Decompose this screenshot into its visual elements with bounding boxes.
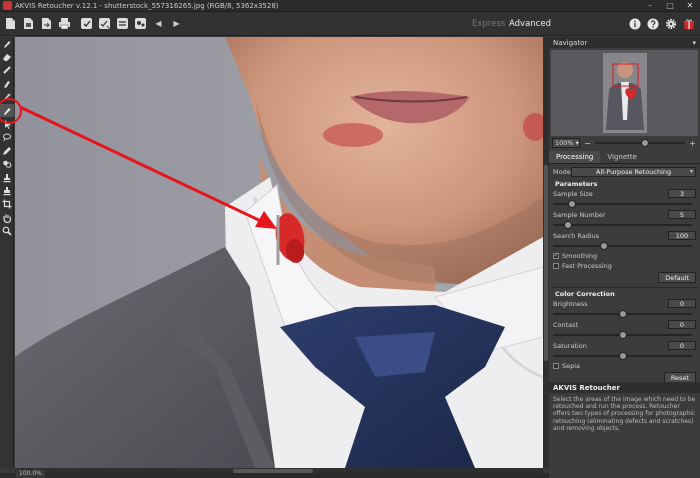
tab-vignette[interactable]: Vignette	[600, 151, 644, 163]
open-file-icon[interactable]	[3, 16, 18, 31]
sample-number-label: Sample Number	[553, 211, 606, 219]
contrast-slider[interactable]	[553, 330, 692, 340]
zoom-select[interactable]: 100% ▾	[552, 138, 580, 148]
fast-processing-label: Fast Processing	[562, 262, 612, 270]
pen-tool[interactable]	[0, 144, 14, 157]
saturation-label: Saturation	[553, 342, 587, 350]
search-radius-field[interactable]: 100	[668, 231, 696, 240]
sample-size-field[interactable]: 3	[668, 189, 696, 198]
sample-number-field[interactable]: 5	[668, 210, 696, 219]
default-button[interactable]: Default	[658, 272, 696, 283]
express-mode-tab[interactable]: Express	[472, 19, 505, 29]
info-text: Select the areas of the image which need…	[553, 396, 696, 432]
chevron-down-icon[interactable]: ▾	[692, 39, 696, 47]
info-icon[interactable]	[627, 16, 642, 31]
zoom-tool[interactable]	[0, 224, 14, 237]
panel-tabs: Processing Vignette	[549, 151, 700, 164]
lasso-tool[interactable]	[0, 131, 14, 144]
save-file-icon[interactable]	[21, 16, 36, 31]
search-radius-row: Search Radius 100	[553, 230, 696, 251]
chameleon-brush-tool[interactable]	[0, 184, 14, 197]
gift-icon[interactable]	[681, 16, 696, 31]
brightness-label: Brightness	[553, 300, 588, 308]
redo-button[interactable]: ▶	[169, 16, 184, 31]
sample-size-row: Sample Size 3	[553, 188, 696, 209]
mode-dropdown[interactable]: All-Purpose Retouching ▾	[571, 167, 696, 177]
batch-icon[interactable]	[115, 16, 130, 31]
contrast-row: Contast 0	[553, 319, 696, 340]
apply-icon[interactable]	[97, 16, 112, 31]
chevron-down-icon: ▾	[689, 168, 693, 175]
fast-processing-option[interactable]: Fast Processing	[553, 261, 696, 271]
mode-value: All-Purpose Retouching	[596, 168, 672, 176]
advanced-mode-tab[interactable]: Advanced	[509, 19, 551, 29]
saturation-field[interactable]: 0	[668, 341, 696, 350]
smoothing-option[interactable]: ✓ Smoothing	[553, 251, 696, 261]
zoom-in-button[interactable]: +	[688, 139, 697, 148]
share-icon[interactable]	[133, 16, 148, 31]
hand-tool[interactable]	[0, 211, 14, 224]
export-icon[interactable]	[39, 16, 54, 31]
photo	[15, 37, 543, 468]
navigator-title: Navigator	[553, 38, 588, 47]
title-bar: AKVIS Retoucher v.12.1 - shutterstock_55…	[0, 0, 700, 12]
run-process-icon[interactable]	[79, 16, 94, 31]
retouch-brush-tool[interactable]	[0, 37, 14, 50]
search-radius-slider[interactable]	[553, 241, 692, 251]
mode-label: Mode:	[553, 168, 573, 176]
marker-tool[interactable]	[0, 77, 14, 90]
navigator-preview[interactable]	[551, 50, 698, 136]
window-title: AKVIS Retoucher v.12.1 - shutterstock_55…	[15, 1, 279, 10]
sepia-option[interactable]: Sepia	[553, 361, 696, 371]
sepia-checkbox[interactable]	[553, 363, 559, 369]
zoom-value: 100%	[555, 139, 574, 147]
search-radius-label: Search Radius	[553, 232, 600, 240]
smoothing-label: Smoothing	[562, 252, 598, 260]
gear-icon[interactable]	[663, 16, 678, 31]
sepia-label: Sepia	[562, 362, 581, 370]
sample-size-label: Sample Size	[553, 190, 593, 198]
tube-tool[interactable]	[0, 64, 14, 77]
saturation-slider[interactable]	[553, 351, 692, 361]
brightness-field[interactable]: 0	[668, 299, 696, 308]
contrast-label: Contast	[553, 321, 579, 329]
contrast-field[interactable]: 0	[668, 320, 696, 329]
eraser-tool[interactable]	[0, 50, 14, 63]
sample-size-slider[interactable]	[553, 199, 692, 209]
help-icon[interactable]	[645, 16, 660, 31]
toolbar: ◀ ▶ Express Advanced	[0, 12, 700, 36]
undo-button[interactable]: ◀	[151, 16, 166, 31]
close-button[interactable]: ✕	[680, 0, 700, 12]
maximize-button[interactable]: □	[660, 0, 680, 12]
info-title: AKVIS Retoucher	[549, 382, 700, 393]
app-icon	[3, 1, 12, 10]
settings-panel: Navigator ▾ 100% ▾ − + Processing Vignett…	[549, 37, 700, 478]
tab-processing[interactable]: Processing	[549, 151, 601, 163]
brightness-slider[interactable]	[553, 309, 692, 319]
clone-stamp-tool[interactable]	[0, 171, 14, 184]
sample-number-row: Sample Number 5	[553, 209, 696, 230]
sample-number-slider[interactable]	[553, 220, 692, 230]
crop-tool[interactable]	[0, 198, 14, 211]
print-icon[interactable]	[57, 16, 72, 31]
zoom-out-button[interactable]: −	[583, 139, 592, 148]
zoom-slider[interactable]	[595, 138, 685, 148]
fast-processing-checkbox[interactable]	[553, 263, 559, 269]
brightness-row: Brightness 0	[553, 298, 696, 319]
navigator-header: Navigator ▾	[549, 37, 700, 48]
parameters-heading: Parameters	[555, 180, 598, 188]
patch-tool[interactable]	[0, 158, 14, 171]
minimize-button[interactable]: –	[640, 0, 660, 12]
saturation-row: Saturation 0	[553, 340, 696, 361]
smoothing-checkbox[interactable]: ✓	[553, 253, 559, 259]
image-canvas[interactable]	[15, 37, 543, 468]
zoom-status: 100.0%	[16, 470, 45, 478]
color-correction-heading: Color Correction	[555, 290, 615, 298]
